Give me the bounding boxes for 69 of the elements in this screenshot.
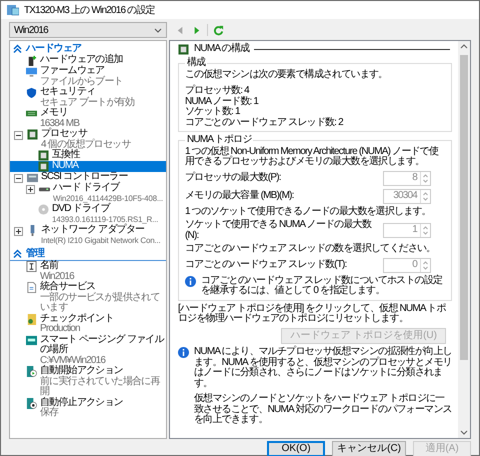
tree-item[interactable]: DVD ドライブ 14393.0.161119-1705.RS1_R... [10,204,166,225]
info-line: ソケット数: 1 [185,107,241,118]
description-text: 1 つの仮想 Non-Uniform Memory Architecture (NUMA) ノードで使用できるプロセッサおよびメモリの最大数を選択します。 [185,146,440,168]
tree-item[interactable]: 互換性 [10,150,166,161]
group-label: NUMA トポロジ [186,135,253,146]
text-cursor-icon [26,261,37,272]
dialog-button[interactable]: OK(O) [267,441,326,456]
window-title: TX1320-M3 上の Win2016 の設定 [24,4,155,17]
tree-item[interactable]: 自動停止アクション 保存 [10,398,166,418]
info-line: NUMA ノード数: 1 [185,96,260,106]
tree-item[interactable]: ファームウェア ファイルからブート [10,66,166,87]
description-text: この仮想マシンは次の要素で構成されています。 [185,70,388,80]
chip-icon [38,161,49,172]
drive-icon [26,334,37,346]
play-icon [26,366,37,377]
description-text: コアごとのハードウェア スレッドの数を選択してください。 [185,244,436,254]
collapse-icon[interactable] [14,174,23,183]
info-text: コアごとのハードウェア スレッド数についてホストの設定を継承するには、値として 0 を指定します。 [201,276,444,296]
section-header: 管理 [26,248,44,258]
tree-item[interactable]: セキュリティ セキュア ブートが有効 [10,87,166,108]
collapse-icon[interactable] [13,44,22,52]
monitor-icon [26,66,37,77]
field-label: ソケットで使用できる NUMA ノードの最大数(N): [185,220,372,241]
field-label: コアごとのハードウェア スレッド数(T): [185,260,347,270]
info-text: NUMA により、マルチプロセッサ仮想マシンの拡張性が向上します。NUMA を使用すると、仮想マシンのプロセッサとメモリはノードに分類され、さらにノードはソケットに分類されます。 [194,347,452,389]
tree-item[interactable]: SCSI コントローラー [10,172,166,183]
tree-item[interactable]: 統合サービス 一部のサービスが提供されています [10,282,166,314]
caret-icon [154,28,162,32]
document-icon [26,282,37,293]
field-label: プロセッサの最大数(P): [185,172,281,184]
scrollbar[interactable] [458,41,470,438]
device-plus-icon [26,55,37,66]
tree-item[interactable]: ハード ドライブ Win2016_4114429B-10F5-408... [10,183,166,204]
section-header: ハードウェア [26,42,82,54]
tree-item[interactable]: プロセッサ 4 個の仮想プロセッサ [10,129,166,150]
expand-icon[interactable] [14,227,23,236]
info-icon [178,347,189,358]
chip-icon [27,129,38,140]
memory-chip-icon [26,108,37,119]
tree-item[interactable]: チェックポイント Production [10,314,166,334]
info-icon [185,276,196,286]
info-line: プロセッサ数: 4 [185,86,250,96]
app-icon [7,4,19,16]
tree-item[interactable]: ネットワーク アダプター Intel(R) I210 Gigabit Network Con... [10,225,166,246]
tree-item[interactable]: メモリ 16384 MB [10,108,166,129]
refresh-icon[interactable] [213,24,224,36]
tree-item[interactable]: ハードウェアの追加 [10,55,166,66]
field-label: メモリの最大容量 (MB)(M): [185,190,294,202]
tree-item[interactable]: NUMA [10,161,166,172]
stop-icon [26,398,37,408]
shield-icon [26,87,37,98]
collapse-icon[interactable] [14,131,23,140]
tree-item[interactable]: 名前 Win2016 [10,261,166,282]
controller-icon [27,172,38,183]
info-text: 仮想マシンのノードとソケットをハードウェア トポロジに一致させることで、NUMA 対応のワークロードのパフォーマンスを向上できます。 [194,394,452,426]
collapse-icon[interactable] [13,248,22,258]
group-label: 構成 [186,58,206,68]
section-title: NUMA の構成 [194,44,250,55]
dialog-button[interactable]: キャンセル(C) [332,441,406,456]
chip-icon [178,44,189,55]
disc-icon [38,204,49,215]
description-text: 1 つのソケットで使用できるノードの最大数を選択します。 [185,206,432,217]
expand-icon[interactable] [26,185,35,194]
description-text: [ハードウェア トポロジを使用] をクリックして、仮想 NUMA トポロジを物理ハードウェアのトポロジにリセットします。 [178,304,447,324]
chip-icon [38,150,49,161]
tree-item[interactable]: 自動開始アクション 前に実行されていた場合に再開 [10,366,166,398]
info-line: コアごとのハードウェア スレッド数: 2 [185,118,344,128]
tree-item[interactable]: スマート ページング ファイルの場所 C:¥VM¥Win2016 [10,334,166,366]
vm-dropdown[interactable]: Win2016 [9,22,167,38]
